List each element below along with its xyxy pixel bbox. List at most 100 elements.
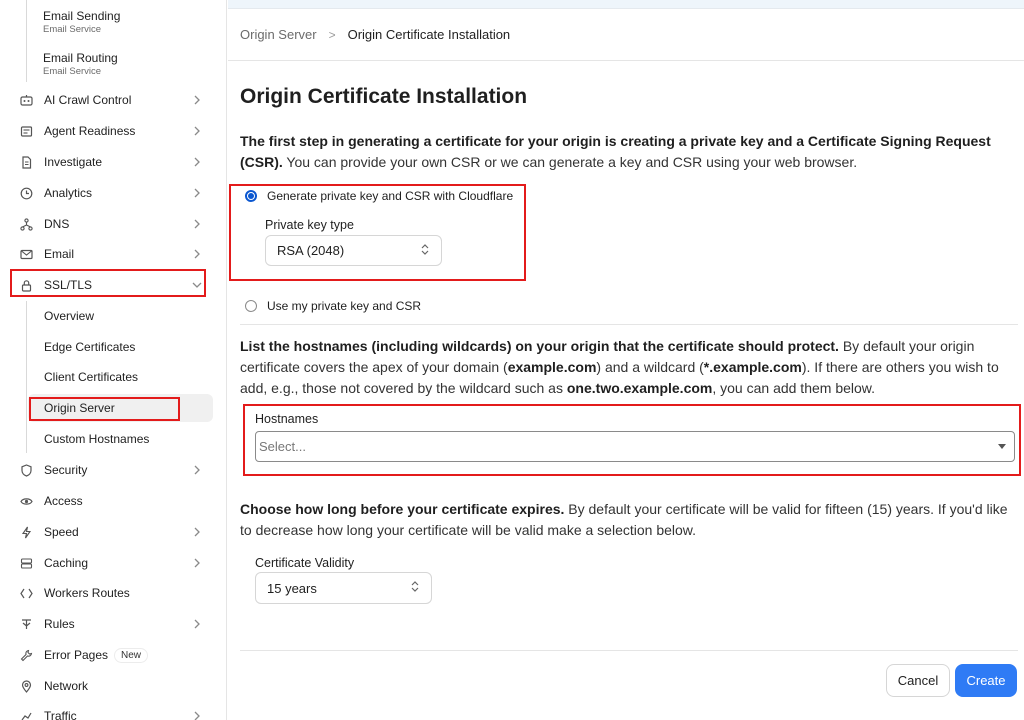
workers-icon (19, 586, 33, 600)
access-icon (19, 494, 33, 508)
sidebar-item-label: Network (44, 679, 89, 693)
sidebar-item-ai-crawl-control[interactable]: AI Crawl Control (0, 86, 226, 114)
new-badge: New (114, 647, 149, 663)
chevron-right-icon (192, 527, 202, 537)
sidebar-item-speed[interactable]: Speed (0, 518, 226, 546)
sidebar-item-agent-readiness[interactable]: Agent Readiness (0, 117, 226, 145)
cache-icon (19, 556, 33, 570)
sidebar-item-analytics[interactable]: Analytics (0, 179, 226, 207)
chevron-right-icon (192, 465, 202, 475)
shield-icon (19, 463, 33, 477)
sidebar-item-label: AI Crawl Control (44, 93, 132, 107)
chevron-right-icon (192, 188, 202, 198)
bolt-icon (19, 525, 33, 539)
hosts-bold: List the hostnames (including wildcards)… (240, 338, 839, 354)
private-key-type-value: RSA (2048) (277, 243, 345, 258)
chevron-right-icon (192, 619, 202, 629)
sidebar-item-rules[interactable]: Rules (0, 610, 226, 638)
sidebar-item-error-pages[interactable]: Error Pages New (0, 641, 226, 669)
intro-text: The first step in generating a certifica… (240, 131, 1018, 173)
radio-own-option[interactable]: Use my private key and CSR (245, 299, 421, 313)
sidebar-item-traffic[interactable]: Traffic (0, 702, 226, 720)
sidebar-item-network[interactable]: Network (0, 672, 226, 700)
sidebar-item-label: Workers Routes (44, 586, 130, 600)
private-key-type-label: Private key type (265, 218, 354, 232)
sidebar-item-dns[interactable]: DNS (0, 210, 226, 238)
sidebar-item-label: Speed (44, 525, 79, 539)
sidebar-sub-label: Edge Certificates (44, 340, 136, 354)
hostnames-text: List the hostnames (including wildcards)… (240, 336, 1018, 399)
sidebar-sub-client-certificates[interactable]: Client Certificates (28, 363, 213, 391)
radio-generate[interactable] (245, 190, 257, 202)
sidebar-item-security[interactable]: Security (0, 456, 226, 484)
sidebar-sub-subtitle: Email Service (43, 24, 102, 35)
chevron-right-icon (192, 157, 202, 167)
sidebar: Email Sending Email Service Email Routin… (0, 0, 227, 720)
hostnames-select[interactable] (255, 431, 1015, 462)
create-button[interactable]: Create (955, 664, 1017, 697)
private-key-type-select[interactable]: RSA (2048) (265, 235, 442, 266)
chevron-down-icon (192, 280, 202, 290)
wrench-icon (19, 648, 33, 662)
sidebar-item-caching[interactable]: Caching (0, 549, 226, 577)
breadcrumb-origin-server[interactable]: Origin Server (240, 27, 317, 42)
chevron-right-icon (192, 249, 202, 259)
updown-chevron-icon (411, 581, 419, 596)
hosts-text-4: , you can add them below. (712, 380, 876, 396)
certificate-validity-value: 15 years (267, 580, 317, 596)
certificate-validity-select[interactable]: 15 years (255, 572, 432, 604)
sidebar-item-workers-routes[interactable]: Workers Routes (0, 579, 226, 607)
sidebar-item-ssl-tls[interactable]: SSL/TLS (0, 271, 226, 299)
sidebar-item-label: DNS (44, 217, 70, 231)
sidebar-item-label: Agent Readiness (44, 124, 136, 138)
hosts-text-2: ) and a wildcard ( (596, 359, 704, 375)
sidebar-item-access[interactable]: Access (0, 487, 226, 515)
sidebar-sub-subtitle: Email Service (43, 66, 102, 77)
sidebar-sub-label: Origin Server (44, 401, 115, 415)
sidebar-item-label: Traffic (44, 709, 77, 720)
caret-down-icon (998, 444, 1006, 449)
radio-generate-label: Generate private key and CSR with Cloudf… (267, 189, 514, 203)
hostnames-input[interactable] (259, 432, 979, 461)
sidebar-item-label: Investigate (44, 155, 103, 169)
clock-icon (19, 186, 33, 200)
sidebar-item-label: Security (44, 463, 88, 477)
traffic-icon (19, 709, 33, 720)
sidebar-item-label: SSL/TLS (44, 278, 93, 292)
breadcrumb: Origin Server > Origin Certificate Insta… (240, 27, 510, 42)
radio-generate-option[interactable]: Generate private key and CSR with Cloudf… (245, 189, 513, 203)
certificate-validity-label: Certificate Validity (255, 556, 355, 570)
radio-own-label: Use my private key and CSR (267, 299, 422, 313)
sidebar-sub-custom-hostnames[interactable]: Custom Hostnames (28, 425, 213, 453)
sidebar-sub-label: Custom Hostnames (44, 432, 150, 446)
sidebar-sub-origin-server[interactable]: Origin Server (28, 394, 213, 422)
header-divider (228, 60, 1024, 61)
hosts-bold-1: example.com (507, 359, 597, 375)
cancel-button[interactable]: Cancel (886, 664, 950, 697)
sidebar-sub-overview[interactable]: Overview (28, 302, 213, 330)
radio-own[interactable] (245, 300, 257, 312)
agent-icon (19, 124, 33, 138)
sidebar-sub-label: Client Certificates (44, 370, 139, 384)
intro-rest: You can provide your own CSR or we can g… (282, 154, 858, 170)
pin-icon (19, 679, 33, 693)
lock-icon (19, 278, 33, 292)
sidebar-item-label: Analytics (44, 186, 93, 200)
sidebar-item-investigate[interactable]: Investigate (0, 148, 226, 176)
section-divider (240, 324, 1018, 325)
page-title: Origin Certificate Installation (240, 85, 528, 108)
document-icon (19, 155, 33, 169)
validity-bold: Choose how long before your certificate … (240, 501, 565, 517)
tree-line (26, 0, 27, 82)
sidebar-sub-label: Overview (44, 309, 95, 323)
sidebar-item-email[interactable]: Email (0, 240, 226, 268)
crawl-icon (19, 93, 33, 107)
breadcrumb-current: Origin Certificate Installation (347, 27, 511, 42)
sidebar-sub-email-routing[interactable]: Email Routing Email Service (43, 51, 118, 77)
sidebar-sub-edge-certificates[interactable]: Edge Certificates (28, 333, 213, 361)
footer-divider (240, 650, 1018, 651)
hosts-bold-2: *.example.com (703, 359, 802, 375)
chevron-right-icon (192, 126, 202, 136)
sidebar-sub-email-sending[interactable]: Email Sending Email Service (43, 9, 120, 35)
sidebar-item-label: Email (44, 247, 75, 261)
